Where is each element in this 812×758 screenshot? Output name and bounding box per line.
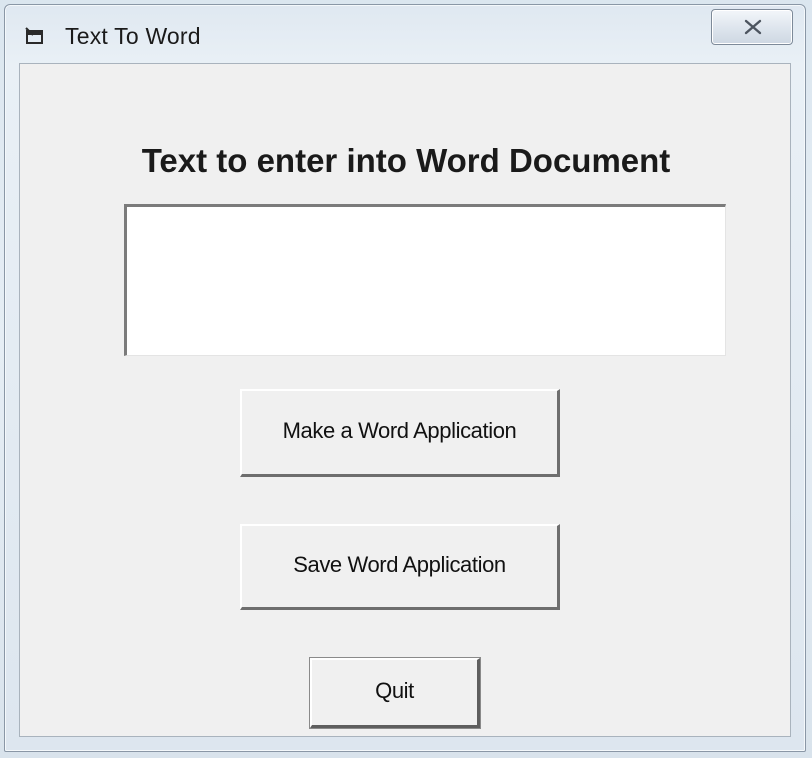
form-heading: Text to enter into Word Document <box>141 142 671 179</box>
app-window-icon <box>25 27 45 47</box>
window-title: Text To Word <box>65 23 201 49</box>
save-word-application-button[interactable]: Save Word Application <box>240 524 560 610</box>
dialog-body: Text to enter into Word Document Make a … <box>19 63 791 737</box>
close-x-icon <box>744 19 762 35</box>
close-button[interactable] <box>711 9 793 45</box>
title-bar[interactable]: Text To Word <box>5 5 805 63</box>
make-word-application-button[interactable]: Make a Word Application <box>240 389 560 477</box>
quit-button[interactable]: Quit <box>309 657 481 729</box>
main-window: Text To Word Text to enter into Word Doc… <box>4 4 806 752</box>
word-text-input[interactable] <box>124 204 726 356</box>
